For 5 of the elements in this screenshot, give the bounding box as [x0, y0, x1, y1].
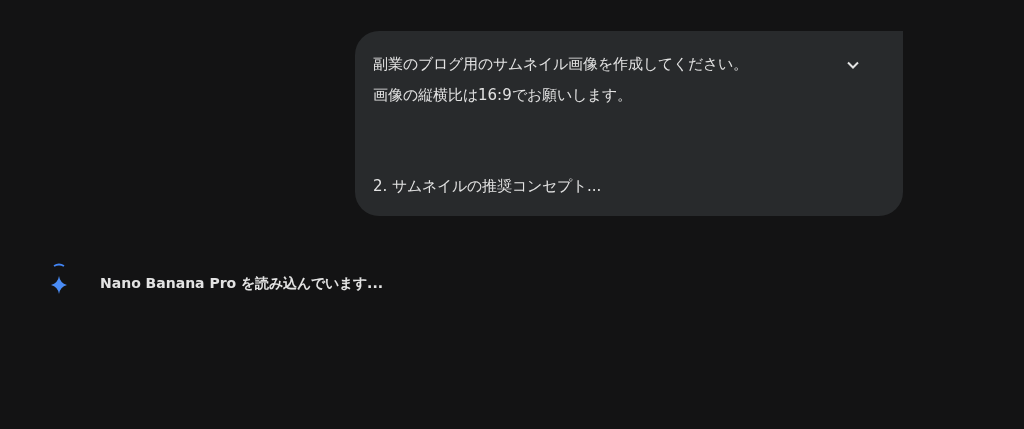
message-text: 副業のブログ用のサムネイル画像を作成してください。 — [373, 54, 749, 75]
chevron-icon — [847, 61, 859, 69]
message-text: 画像の縦横比は16:9でお願いします。 — [373, 85, 633, 106]
status-text: Nano Banana Pro を読み込んでいます... — [100, 275, 384, 293]
message-text: 2. サムネイルの推奨コンセプト... — [373, 176, 603, 197]
